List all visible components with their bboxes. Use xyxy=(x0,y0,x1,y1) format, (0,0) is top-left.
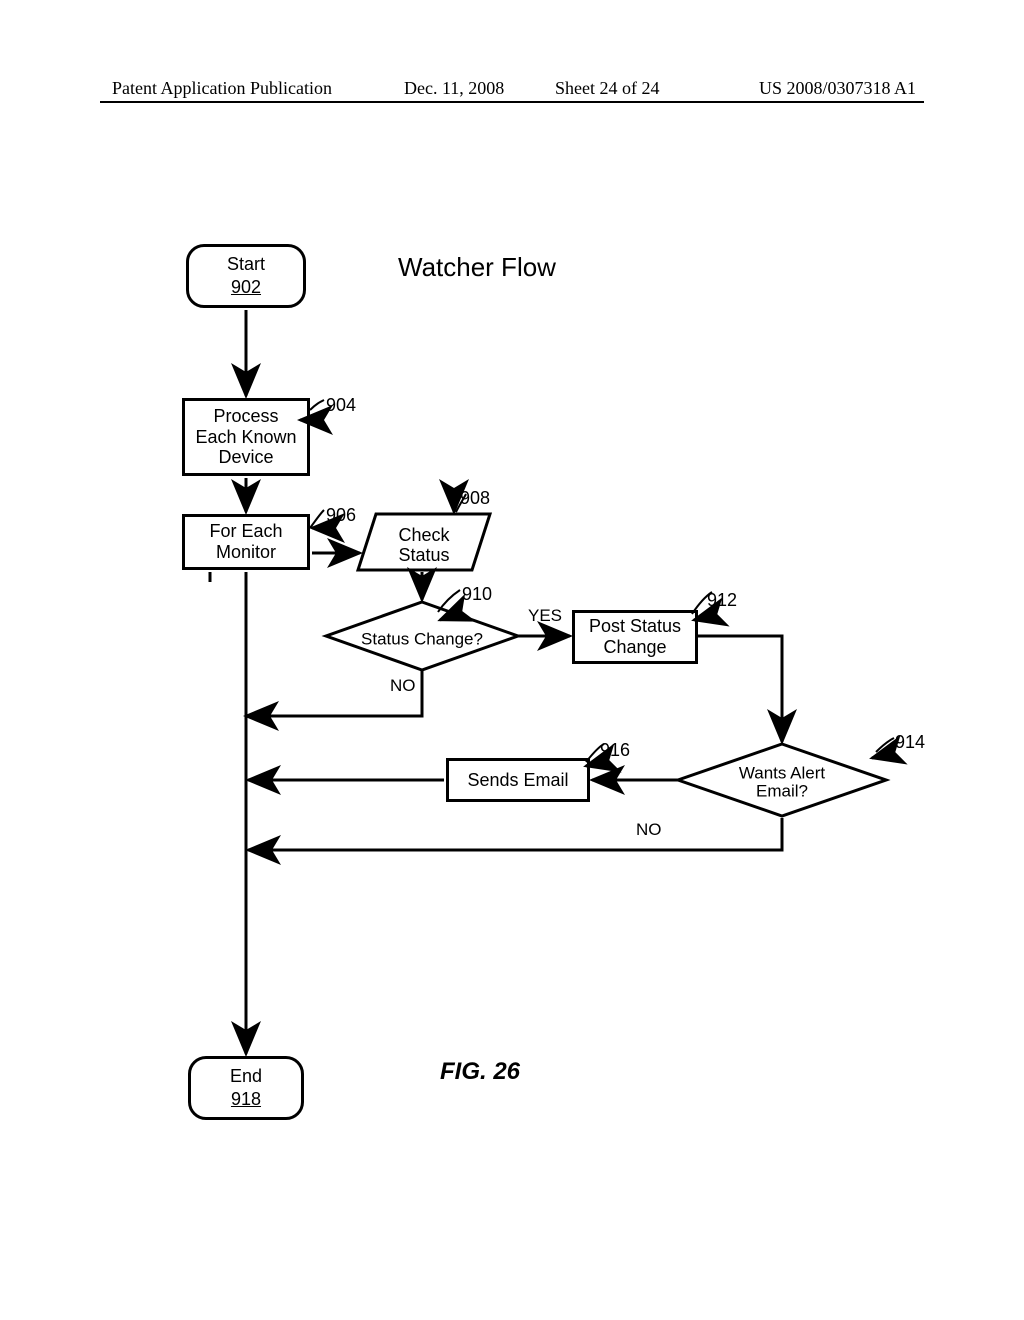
flow-connectors xyxy=(0,0,1024,1320)
